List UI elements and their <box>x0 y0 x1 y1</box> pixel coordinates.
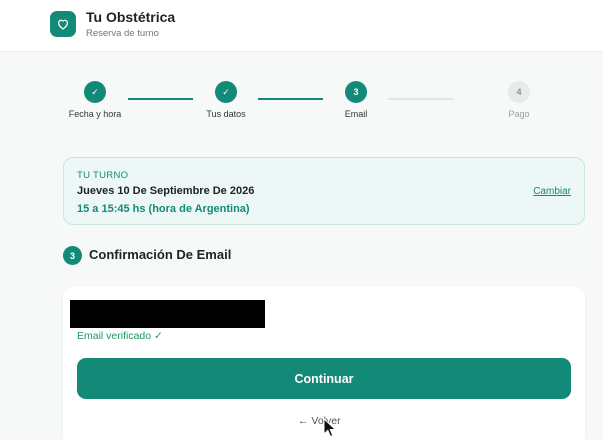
section-number-badge: 3 <box>63 246 82 265</box>
turno-time: 15 a 15:45 hs (hora de Argentina) <box>77 203 250 215</box>
step-4-label: Pago <box>508 109 530 119</box>
redacted-email <box>70 300 265 328</box>
turno-date: Jueves 10 De Septiembre De 2026 <box>77 185 255 197</box>
continue-button[interactable]: Continuar <box>77 358 571 399</box>
step-2-circle: ✓ <box>215 81 237 103</box>
mouse-cursor-icon <box>323 418 337 438</box>
step-connector-1 <box>128 98 193 100</box>
heart-icon <box>57 19 69 30</box>
check-icon: ✓ <box>91 86 99 97</box>
step-connector-3 <box>388 98 453 100</box>
logo <box>50 11 76 37</box>
step-2-label: Tus datos <box>206 109 246 119</box>
step-3-circle: 3 <box>345 81 367 103</box>
turno-label: TU TURNO <box>77 170 129 181</box>
app-header: Tu Obstétrica Reserva de turno <box>0 0 603 52</box>
brand-title: Tu Obstétrica <box>86 9 176 25</box>
section-title: Confirmación De Email <box>89 247 232 262</box>
step-1-circle: ✓ <box>84 81 106 103</box>
check-icon: ✓ <box>222 86 230 97</box>
step-1-label: Fecha y hora <box>68 109 122 119</box>
turno-summary: TU TURNO Jueves 10 De Septiembre De 2026… <box>63 157 585 225</box>
change-turno-link[interactable]: Cambiar <box>533 186 571 197</box>
brand-subtitle: Reserva de turno <box>86 28 159 39</box>
step-3-label: Email <box>344 109 368 119</box>
step-4-circle: 4 <box>508 81 530 103</box>
step-connector-2 <box>258 98 323 100</box>
email-verified-status: Email verificado ✓ <box>77 330 163 342</box>
